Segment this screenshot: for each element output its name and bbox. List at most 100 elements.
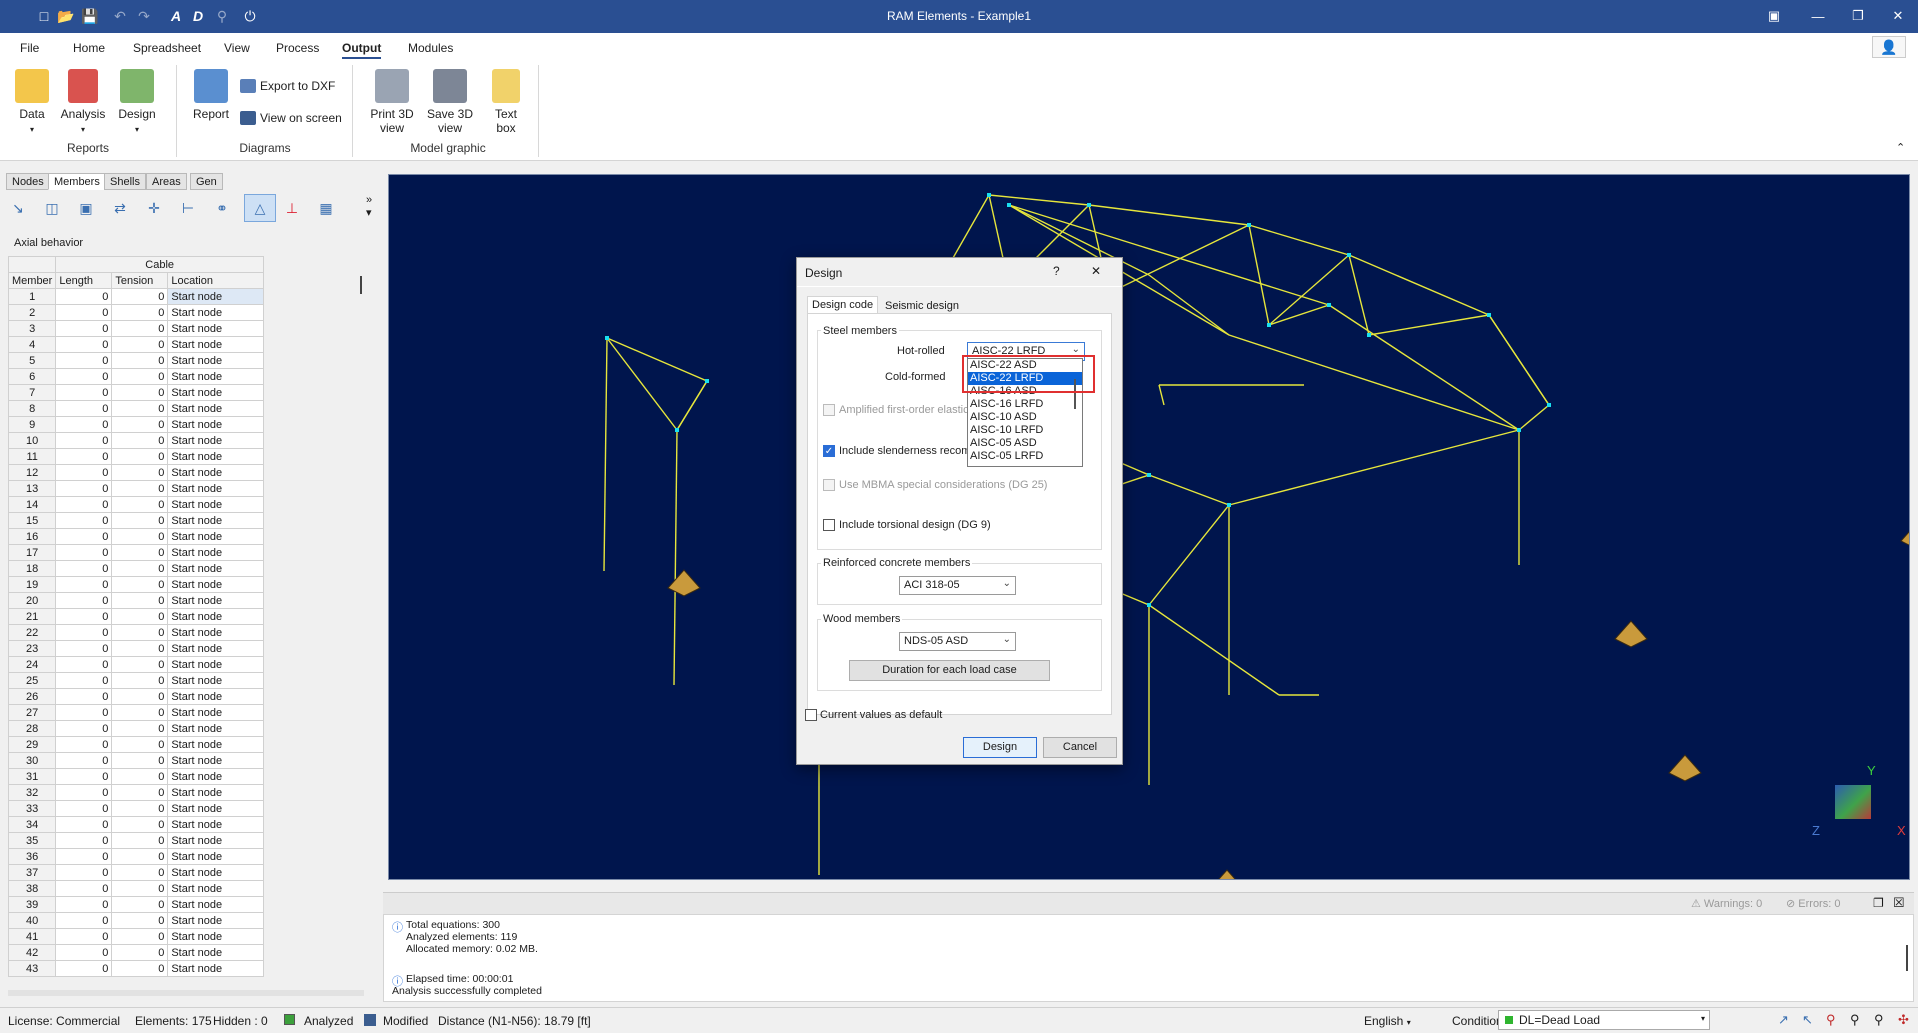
location-cell[interactable]: Start node [167, 880, 264, 897]
member-number[interactable]: 32 [7, 784, 57, 801]
errors-indicator[interactable]: ⊘ Errors: 0 [1786, 897, 1840, 910]
member-number[interactable]: 3 [7, 320, 57, 337]
member-number[interactable]: 41 [7, 928, 57, 945]
table-row[interactable]: 27 0 0 Start node [7, 704, 264, 721]
table-row[interactable]: 16 0 0 Start node [7, 528, 264, 545]
slenderness-checkbox[interactable]: ✓ [823, 445, 835, 457]
member-number[interactable]: 40 [7, 912, 57, 929]
tension-cell[interactable]: 0 [111, 528, 169, 545]
table-row[interactable]: 10 0 0 Start node [7, 432, 264, 449]
length-cell[interactable]: 0 [55, 448, 113, 465]
table-row[interactable]: 3 0 0 Start node [7, 320, 264, 337]
length-cell[interactable]: 0 [55, 592, 113, 609]
length-cell[interactable]: 0 [55, 336, 113, 353]
view-on-screen-button[interactable]: View on screen [240, 111, 342, 125]
length-cell[interactable]: 0 [55, 896, 113, 913]
length-cell[interactable]: 0 [55, 720, 113, 737]
table-row[interactable]: 15 0 0 Start node [7, 512, 264, 529]
length-cell[interactable]: 0 [55, 960, 113, 977]
frame-member[interactable] [1148, 474, 1230, 506]
length-cell[interactable]: 0 [55, 608, 113, 625]
table-row[interactable]: 43 0 0 Start node [7, 960, 264, 977]
member-bracing-icon[interactable]: ▦ [316, 198, 336, 218]
length-cell[interactable]: 0 [55, 480, 113, 497]
data-button[interactable]: Data ▾ [12, 69, 52, 137]
location-cell[interactable]: Start node [167, 768, 264, 785]
location-cell[interactable]: Start node [167, 416, 264, 433]
table-row[interactable]: 14 0 0 Start node [7, 496, 264, 513]
support-icon[interactable] [667, 569, 701, 597]
length-cell[interactable]: 0 [55, 496, 113, 513]
member-design-icon[interactable]: ⚭ [212, 198, 232, 218]
location-cell[interactable]: Start node [167, 384, 264, 401]
location-cell[interactable]: Start node [167, 432, 264, 449]
dropdown-option[interactable]: AISC-10 ASD [968, 411, 1082, 424]
tension-cell[interactable]: 0 [111, 416, 169, 433]
location-cell[interactable]: Start node [167, 560, 264, 577]
frame-member[interactable] [1148, 274, 1230, 336]
length-cell[interactable]: 0 [55, 656, 113, 673]
location-cell[interactable]: Start node [167, 464, 264, 481]
tension-cell[interactable]: 0 [111, 864, 169, 881]
member-release-icon[interactable]: ⇄ [110, 198, 130, 218]
location-cell[interactable]: Start node [167, 512, 264, 529]
member-number[interactable]: 11 [7, 448, 57, 465]
tension-cell[interactable]: 0 [111, 928, 169, 945]
tension-cell[interactable]: 0 [111, 704, 169, 721]
torsional-checkbox[interactable] [823, 519, 835, 531]
length-cell[interactable]: 0 [55, 400, 113, 417]
member-insert-icon[interactable]: ◫ [42, 198, 62, 218]
tension-cell[interactable]: 0 [111, 944, 169, 961]
node-marker[interactable] [1517, 428, 1521, 432]
tab-process[interactable]: Process [276, 41, 319, 55]
table-row[interactable]: 21 0 0 Start node [7, 608, 264, 625]
location-cell[interactable]: Start node [167, 736, 264, 753]
frame-member[interactable] [1248, 224, 1270, 326]
table-row[interactable]: 25 0 0 Start node [7, 672, 264, 689]
tension-cell[interactable]: 0 [111, 320, 169, 337]
member-number[interactable]: 43 [7, 960, 57, 977]
location-cell[interactable]: Start node [167, 656, 264, 673]
table-row[interactable]: 31 0 0 Start node [7, 768, 264, 785]
zoom-out-icon[interactable]: ⚲ [1874, 1012, 1884, 1028]
wood-code-select[interactable]: NDS-05 ASD ⌄ [899, 632, 1016, 651]
member-number[interactable]: 23 [7, 640, 57, 657]
support-icon[interactable] [1668, 754, 1702, 782]
tension-cell[interactable]: 0 [111, 672, 169, 689]
member-number[interactable]: 25 [7, 672, 57, 689]
member-number[interactable]: 4 [7, 336, 57, 353]
length-cell[interactable]: 0 [55, 768, 113, 785]
analysis-button[interactable]: Analysis ▾ [58, 69, 108, 137]
close-icon[interactable]: ✕ [1880, 4, 1916, 28]
current-default-checkbox[interactable] [805, 709, 817, 721]
tension-cell[interactable]: 0 [111, 832, 169, 849]
frame-member[interactable] [988, 194, 1090, 206]
frame-member[interactable] [1488, 314, 1550, 406]
length-cell[interactable]: 0 [55, 544, 113, 561]
dropdown-option[interactable]: AISC-16 LRFD [968, 398, 1082, 411]
member-number[interactable]: 16 [7, 528, 57, 545]
node-marker[interactable] [1347, 253, 1351, 257]
location-cell[interactable]: Start node [167, 640, 264, 657]
frame-member[interactable] [1158, 384, 1165, 406]
tab-gen[interactable]: Gen [190, 173, 223, 190]
length-cell[interactable]: 0 [55, 832, 113, 849]
length-cell[interactable]: 0 [55, 704, 113, 721]
node-marker[interactable] [1367, 333, 1371, 337]
mbma-checkbox[interactable] [823, 479, 835, 491]
table-row[interactable]: 37 0 0 Start node [7, 864, 264, 881]
location-cell[interactable]: Start node [167, 304, 264, 321]
tension-cell[interactable]: 0 [111, 640, 169, 657]
member-number[interactable]: 35 [7, 832, 57, 849]
table-row[interactable]: 26 0 0 Start node [7, 688, 264, 705]
length-cell[interactable]: 0 [55, 352, 113, 369]
export-dxf-button[interactable]: Export to DXF [240, 79, 335, 93]
location-cell[interactable]: Start node [167, 784, 264, 801]
frame-member[interactable] [1268, 304, 1330, 326]
node-marker[interactable] [1487, 313, 1491, 317]
location-cell[interactable]: Start node [167, 960, 264, 977]
length-cell[interactable]: 0 [55, 368, 113, 385]
frame-member[interactable] [606, 337, 708, 382]
node-marker[interactable] [675, 428, 679, 432]
table-row[interactable]: 5 0 0 Start node [7, 352, 264, 369]
